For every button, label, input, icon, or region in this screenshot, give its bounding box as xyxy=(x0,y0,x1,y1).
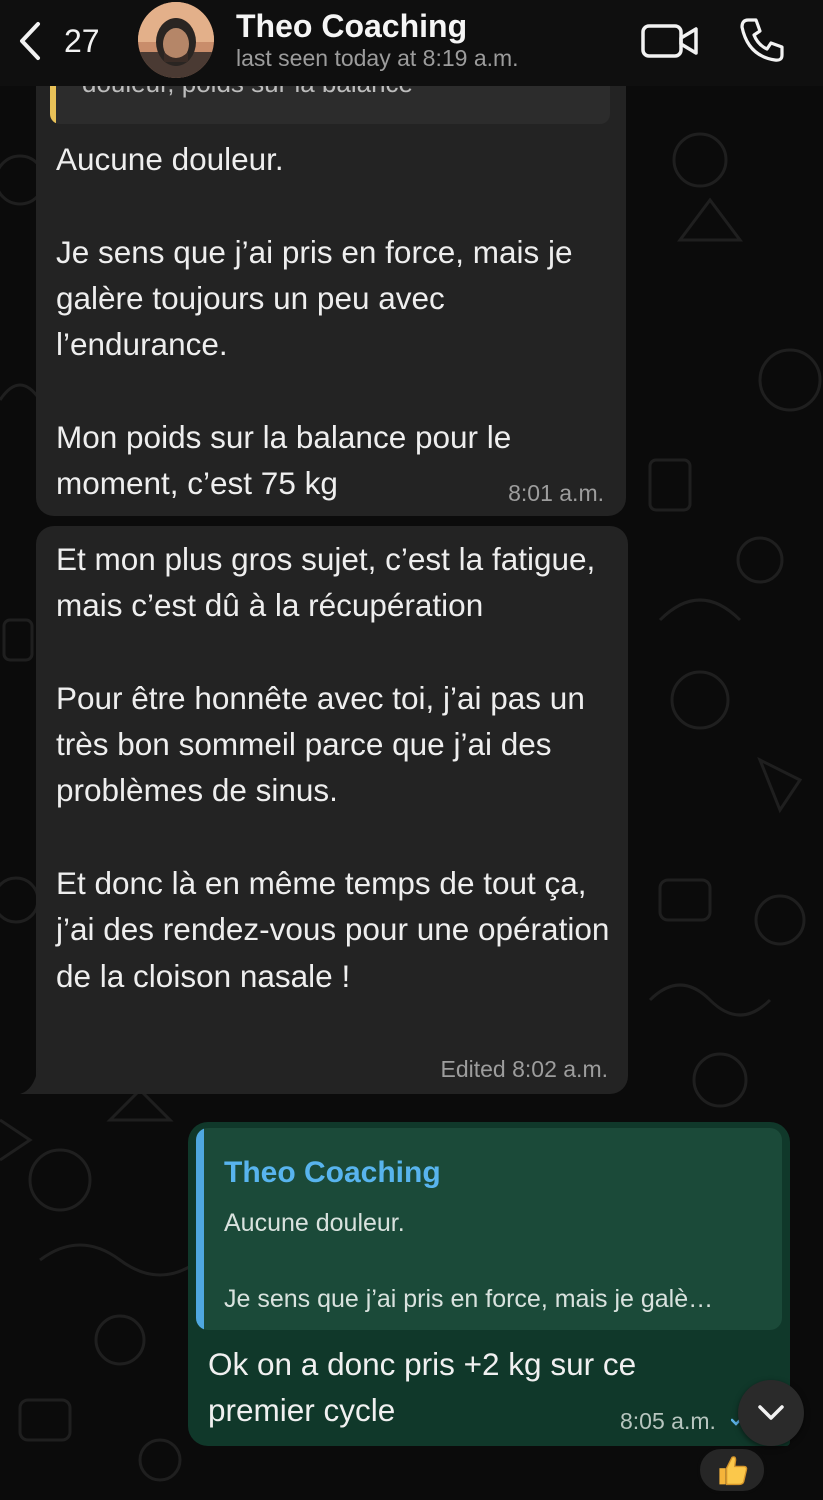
chat-header: 27 Theo Coaching last seen today at 8:19… xyxy=(0,0,823,86)
reply-quote-text: Aucune douleur. Je sens que j’ai pris en… xyxy=(224,1209,714,1313)
unread-count: 27 xyxy=(64,22,100,59)
reply-quote[interactable]: Theo Coaching Aucune douleur. Je sens qu… xyxy=(196,1128,782,1330)
message-time: 8:05 a.m. xyxy=(620,1408,716,1434)
scroll-to-bottom-button[interactable] xyxy=(738,1380,804,1446)
reply-quote-author: Theo Coaching xyxy=(224,1156,441,1189)
message-bubble-incoming[interactable]: Et mon plus gros sujet, c’est la fatigue… xyxy=(36,526,628,1094)
reaction-badge[interactable] xyxy=(697,1446,767,1494)
message-bubble-outgoing[interactable]: Theo Coaching Aucune douleur. Je sens qu… xyxy=(188,1122,790,1446)
quote-bar xyxy=(196,1128,204,1330)
chevron-left-icon xyxy=(20,22,40,60)
avatar[interactable] xyxy=(138,2,214,78)
thumbs-up-icon xyxy=(719,1456,748,1486)
message-time: Edited 8:02 a.m. xyxy=(440,1056,609,1082)
video-call-button[interactable] xyxy=(640,20,700,62)
bubble-tail xyxy=(20,1068,50,1094)
phone-icon xyxy=(740,18,784,62)
message-time: 8:01 a.m. xyxy=(508,480,604,506)
voice-call-button[interactable] xyxy=(738,16,786,64)
chevron-down-icon xyxy=(758,1405,784,1420)
message-text: Et mon plus gros sujet, c’est la fatigue… xyxy=(56,541,610,994)
contact-name[interactable]: Theo Coaching xyxy=(236,8,467,45)
message-bubble-incoming[interactable]: douleur, poids sur la balance Aucune dou… xyxy=(36,60,626,516)
back-button[interactable]: 27 xyxy=(16,18,106,64)
video-camera-icon xyxy=(641,24,698,58)
last-seen-status: last seen today at 8:19 a.m. xyxy=(236,45,519,71)
message-text: Aucune douleur. Je sens que j’ai pris en… xyxy=(56,141,573,502)
